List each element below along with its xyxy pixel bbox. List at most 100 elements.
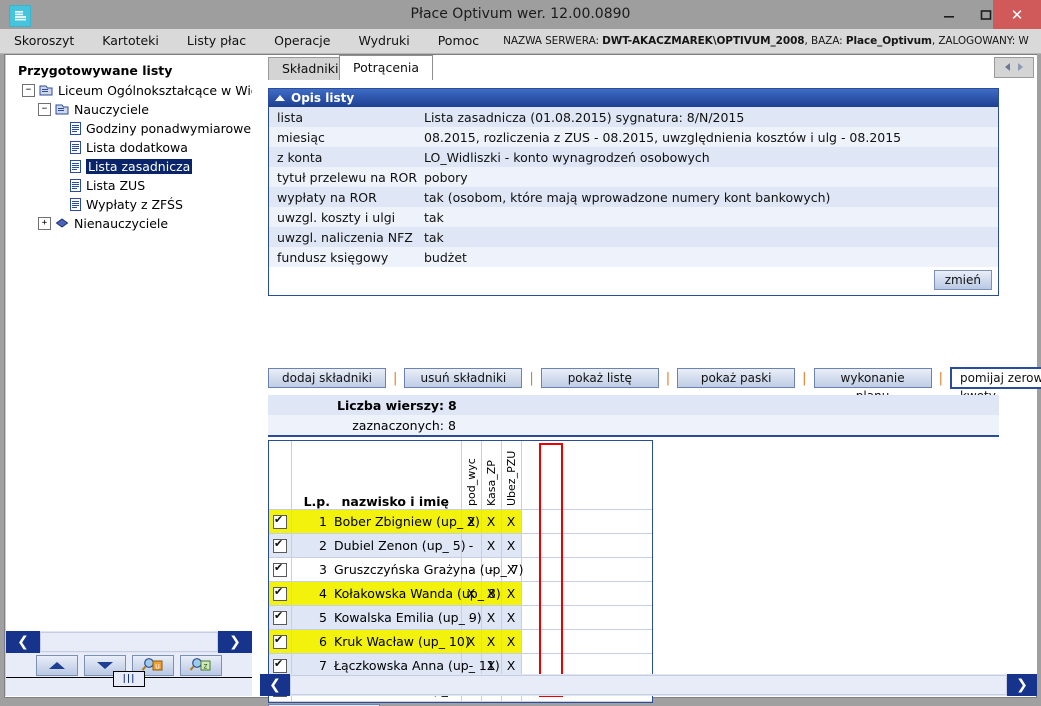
row-mark-kasa-zp[interactable]: X [480, 605, 501, 630]
row-checkbox[interactable] [273, 537, 287, 554]
row-checkbox-cell[interactable] [269, 509, 292, 534]
change-button[interactable]: zmień [933, 270, 992, 290]
row-checkbox[interactable] [273, 513, 287, 530]
toolbar-separator: | [802, 370, 807, 386]
column-header-name[interactable]: nazwisko i imię [330, 441, 461, 510]
triangle-right-icon[interactable] [1016, 61, 1024, 75]
row-checkbox[interactable] [273, 657, 287, 674]
triangle-left-icon[interactable] [1004, 61, 1012, 75]
toolbar: dodaj składniki | usuń składniki | pokaż… [268, 367, 1041, 403]
svg-text:u: u [155, 661, 160, 670]
scrollbar-track[interactable] [290, 675, 1007, 695]
table-row[interactable]: 4 Kołakowska Wanda (up_ 8) X X X [269, 581, 652, 606]
sidebar-horizontal-scrollbar[interactable]: ❮ ❯ [6, 631, 252, 653]
menu-item-kartoteki[interactable]: Kartoteki [88, 29, 173, 53]
menu-item-pomoc[interactable]: Pomoc [424, 29, 493, 53]
sidebar-item-lista-dodatkowa[interactable]: Lista dodatkowa [18, 138, 252, 157]
description-row: wypłaty na ROR tak (osobom, które mają w… [269, 187, 998, 207]
tab-scroll-buttons[interactable] [994, 57, 1034, 78]
menu-item-skoroszyt[interactable]: Skoroszyt [0, 29, 88, 53]
description-row: fundusz księgowy budżet [269, 247, 998, 267]
row-checkbox-cell[interactable] [269, 629, 292, 654]
row-mark-ubez-pzu[interactable]: X [500, 629, 521, 654]
table-row[interactable]: 1 Bober Zbigniew (up_ 2) X X X [269, 509, 652, 534]
column-header-pod-wyc[interactable]: pod_wyc [460, 441, 481, 510]
row-mark-ubez-pzu[interactable]: X [500, 605, 521, 630]
magnifier-z-icon: z [189, 657, 213, 675]
menu-item-operacje[interactable]: Operacje [260, 29, 344, 53]
description-row: miesiąc 08.2015, rozliczenia z ZUS - 08.… [269, 127, 998, 147]
show-list-button[interactable]: pokaż listę [540, 368, 659, 388]
folder-school-icon [39, 84, 53, 97]
data-grid-table: L.p. nazwisko i imię pod_wyc Kasa_ZP Ube… [269, 441, 652, 702]
column-header-ubez-pzu[interactable]: Ubez_PZU [500, 441, 521, 510]
column-header-kasa-zp[interactable]: Kasa_ZP [480, 441, 501, 510]
add-components-button[interactable]: dodaj składniki [268, 368, 386, 388]
row-checkbox-cell[interactable] [269, 533, 292, 558]
remove-components-button[interactable]: usuń składniki [404, 368, 523, 388]
row-checkbox-cell[interactable] [269, 605, 292, 630]
select-all-header[interactable] [269, 441, 292, 510]
show-strips-button[interactable]: pokaż paski [677, 368, 796, 388]
sidebar-item-wyplaty-zfss[interactable]: Wypłaty z ZFŚS [18, 195, 252, 214]
row-checkbox[interactable] [273, 585, 287, 602]
splitter-grip[interactable]: ||| [113, 671, 145, 687]
sidebar-item-nienauczyciele[interactable]: + Nienauczyciele [18, 214, 252, 233]
row-mark-kasa-zp[interactable]: X [480, 509, 501, 534]
main-horizontal-scrollbar[interactable]: ❮ ❯ [260, 674, 1037, 696]
expander-icon[interactable]: − [38, 103, 51, 116]
document-icon [70, 122, 81, 135]
expander-icon[interactable]: + [38, 217, 51, 230]
table-row[interactable]: 2 Dubiel Zenon (up_ 5) - X X [269, 533, 652, 558]
table-row[interactable]: 3 Gruszczyńska Grażyna (up_ 7) - - X [269, 557, 652, 582]
splitter-bar[interactable]: ||| [6, 671, 252, 696]
triangle-up-icon[interactable] [275, 95, 285, 101]
row-checkbox-cell[interactable] [269, 581, 292, 606]
search-z-button[interactable]: z [180, 655, 222, 676]
sidebar-title: Przygotowywane listy [18, 63, 173, 78]
row-mark-kasa-zp[interactable]: X [480, 533, 501, 558]
column-header-filler [520, 441, 652, 510]
sidebar-item-lista-zasadnicza[interactable]: Lista zasadnicza [18, 157, 252, 176]
sidebar-item-godziny-ponadwymiarowe[interactable]: Godziny ponadwymiarowe [18, 119, 252, 138]
scrollbar-track[interactable] [40, 632, 218, 652]
minimize-button[interactable] [930, 0, 967, 29]
row-lp: 3 [291, 557, 330, 582]
menu-item-wydruki[interactable]: Wydruki [344, 29, 423, 53]
chevron-left-icon[interactable]: ❮ [260, 674, 290, 696]
column-header-lp[interactable]: L.p. [291, 441, 330, 510]
expander-icon[interactable]: − [22, 84, 35, 97]
plan-execution-button[interactable]: wykonanie planu [813, 368, 932, 403]
main-panel: Składniki Potrącenia Opis listy lista Li… [260, 55, 1041, 706]
column-header-kasa-zp-label: Kasa_ZP [484, 460, 498, 506]
row-checkbox[interactable] [273, 609, 287, 626]
row-lp: 2 [291, 533, 330, 558]
sidebar-item-liceum[interactable]: − Liceum Ogólnokształcące w Widlisz [18, 81, 252, 100]
chevron-right-icon[interactable]: ❯ [218, 631, 252, 653]
row-checkbox[interactable] [273, 561, 287, 578]
row-mark-kasa-zp[interactable]: X [480, 629, 501, 654]
close-button[interactable]: ✕ [993, 0, 1041, 29]
row-mark-ubez-pzu[interactable]: X [500, 581, 521, 606]
row-checkbox-cell[interactable] [269, 557, 292, 582]
menu-item-listy-plac[interactable]: Listy płac [173, 29, 260, 53]
row-checkbox[interactable] [273, 633, 287, 650]
description-row: uwzgl. koszty i ulgi tak [269, 207, 998, 227]
skip-zero-amounts-field[interactable]: pomijaj zerowe kwoty [949, 367, 1041, 403]
sidebar-item-nauczyciele[interactable]: − Nauczyciele [18, 100, 252, 119]
table-row[interactable]: 5 Kowalska Emilia (up_ 9) - X X [269, 605, 652, 630]
table-row[interactable]: 6 Kruk Wacław (up_ 10) X X X [269, 629, 652, 654]
sidebar-item-lista-zus[interactable]: Lista ZUS [18, 176, 252, 195]
sidebar-panel: Przygotowywane listy − Liceum Ogólnokszt… [5, 55, 257, 696]
tab-potracenia[interactable]: Potrącenia [339, 55, 434, 80]
row-mark-ubez-pzu[interactable]: X [500, 533, 521, 558]
description-value: Lista zasadnicza (01.08.2015) sygnatura:… [424, 109, 745, 125]
row-mark-ubez-pzu[interactable]: X [500, 509, 521, 534]
chevron-right-icon[interactable]: ❯ [1007, 674, 1037, 696]
move-up-button[interactable] [36, 655, 78, 676]
sidebar-item-label: Liceum Ogólnokształcące w Widlisz [58, 83, 252, 98]
document-icon [70, 160, 81, 173]
tab-strip: Składniki Potrącenia [260, 55, 1037, 80]
description-panel-header[interactable]: Opis listy [269, 89, 998, 107]
chevron-left-icon[interactable]: ❮ [6, 631, 40, 653]
